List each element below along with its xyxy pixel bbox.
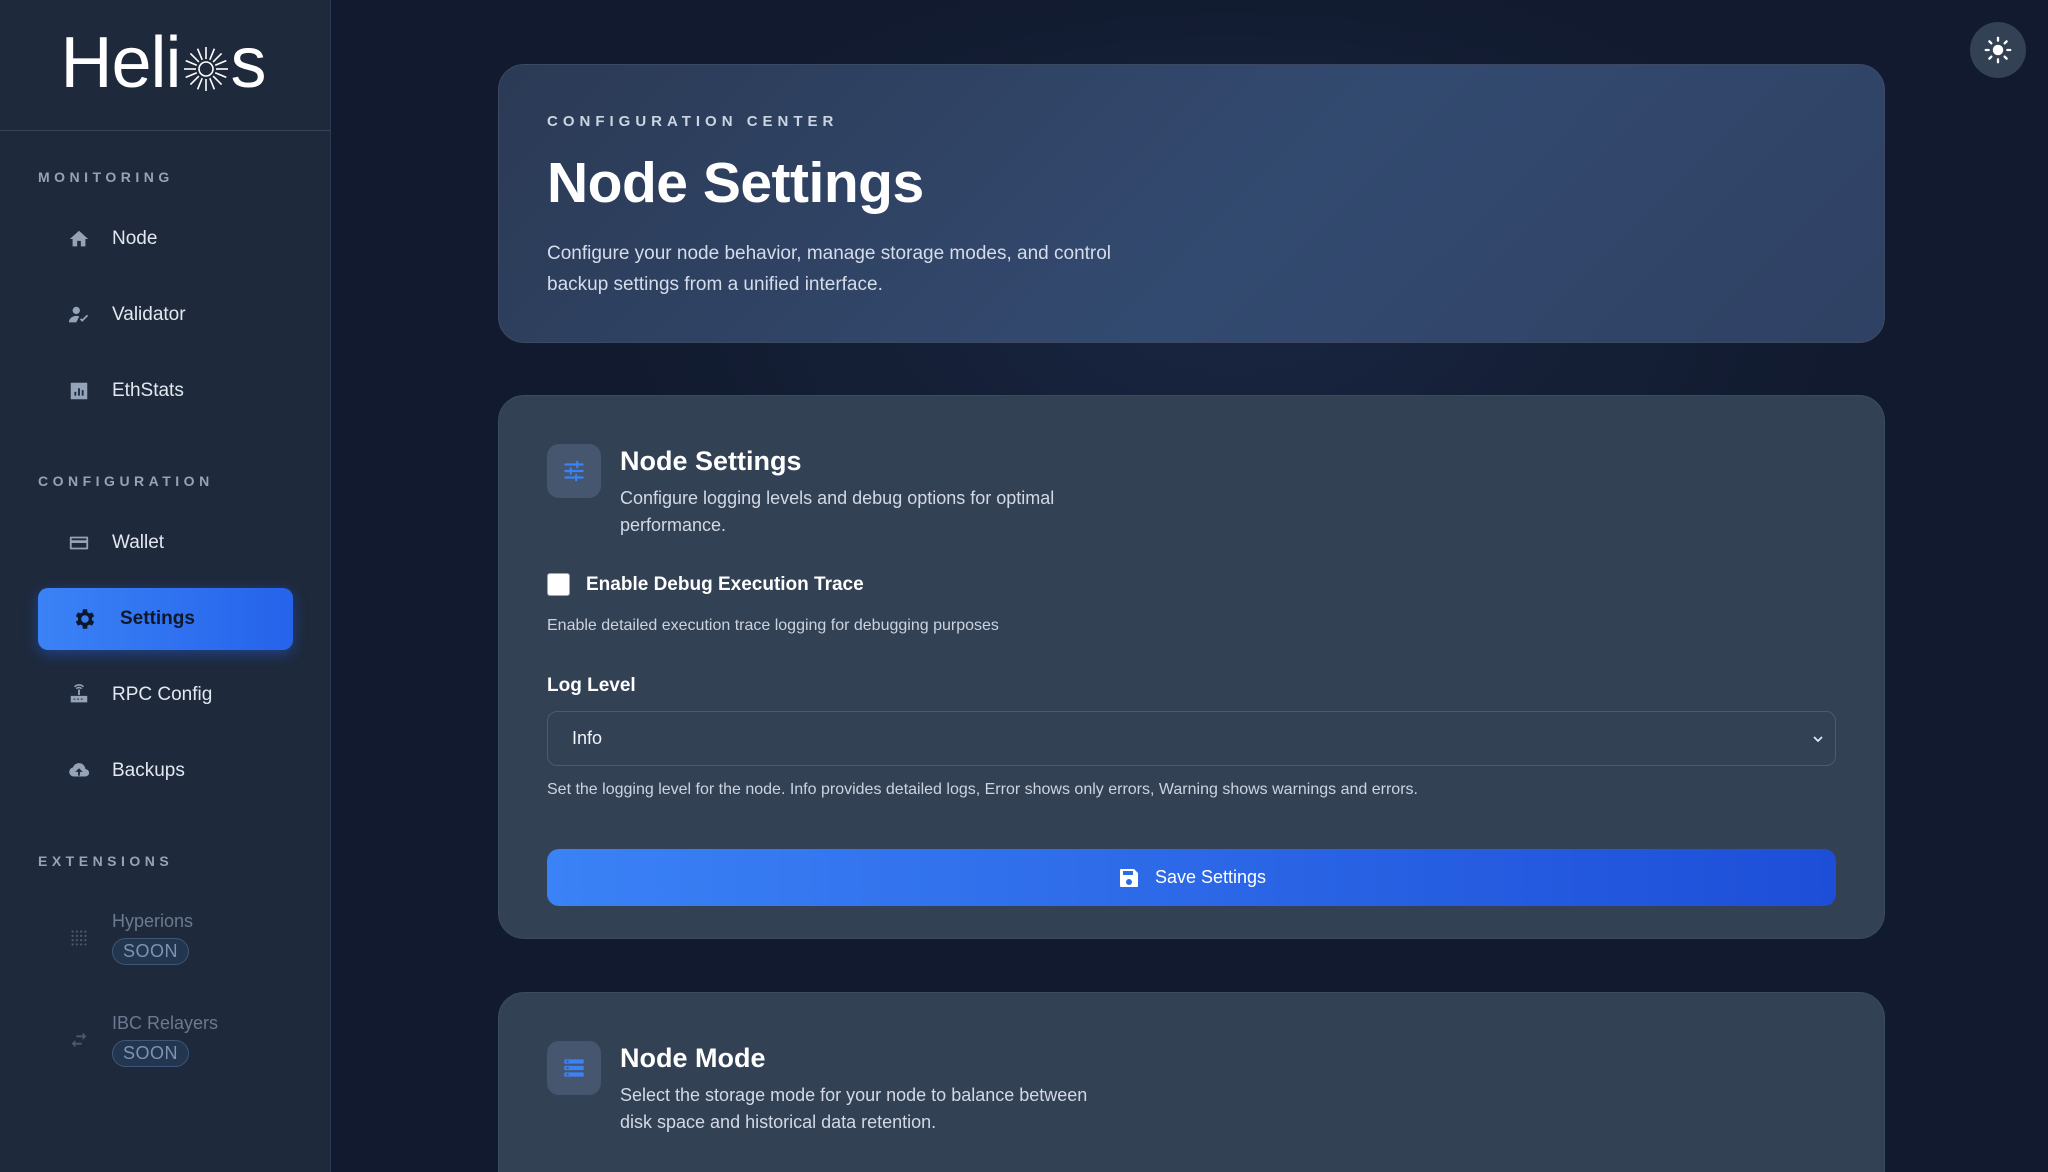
- router-icon: [68, 684, 90, 706]
- card-description: Select the storage mode for your node to…: [620, 1085, 1088, 1132]
- floppy-disk-icon: [1119, 868, 1138, 887]
- extension-text: Hyperions SOON: [112, 911, 193, 965]
- card-title: Node Settings: [620, 446, 802, 476]
- save-settings-button[interactable]: Save Settings: [547, 849, 1836, 906]
- sidebar-item-hyperions: Hyperions SOON: [38, 902, 293, 974]
- node-settings-card: Node Settings Configure logging levels a…: [498, 395, 1885, 939]
- page-title: Node Settings: [547, 151, 924, 215]
- card-title: Node Mode: [620, 1043, 766, 1073]
- section-label-monitoring: MONITORING: [38, 169, 174, 185]
- debug-trace-help: Enable detailed execution trace logging …: [547, 617, 999, 634]
- card-heading-text: Node Settings Configure logging levels a…: [620, 444, 1090, 539]
- card-header: Node Mode Select the storage mode for yo…: [547, 1041, 1836, 1136]
- sidebar-item-ibc-relayers: IBC Relayers SOON: [38, 1004, 293, 1076]
- sidebar-item-label: RPC Config: [112, 684, 213, 705]
- extension-label: IBC Relayers: [112, 1013, 219, 1033]
- main-content: CONFIGURATION CENTER Node Settings Confi…: [332, 0, 2048, 1172]
- section-label-configuration: CONFIGURATION: [38, 473, 214, 489]
- hero-description: Configure your node behavior, manage sto…: [547, 243, 1112, 295]
- hero-kicker: CONFIGURATION CENTER: [547, 113, 839, 130]
- sidebar-item-label: Node: [112, 228, 158, 249]
- sidebar-item-rpc-config[interactable]: RPC Config: [38, 664, 293, 726]
- debug-trace-label[interactable]: Enable Debug Execution Trace: [586, 574, 864, 596]
- log-level-help: Set the logging level for the node. Info…: [547, 781, 1418, 798]
- card-header: Node Settings Configure logging levels a…: [547, 444, 1836, 539]
- sidebar-item-label: Wallet: [112, 532, 165, 553]
- log-level-select[interactable]: Info: [547, 711, 1836, 766]
- log-level-label: Log Level: [547, 675, 636, 696]
- sidebar-item-settings[interactable]: Settings: [38, 588, 293, 650]
- list-icon: [547, 1041, 601, 1095]
- sidebar-item-node[interactable]: Node: [38, 208, 293, 270]
- sidebar-item-label: EthStats: [112, 380, 184, 401]
- extension-label: Hyperions: [112, 911, 194, 931]
- card-heading-text: Node Mode Select the storage mode for yo…: [620, 1041, 1090, 1136]
- home-icon: [68, 228, 90, 250]
- card-description: Configure logging levels and debug optio…: [620, 488, 1055, 535]
- bar-chart-icon: [68, 380, 90, 402]
- sliders-icon: [547, 444, 601, 498]
- sun-logo-icon: [183, 47, 228, 91]
- sidebar-item-validator[interactable]: Validator: [38, 284, 293, 346]
- log-level-value: Info: [572, 728, 603, 748]
- user-check-icon: [68, 304, 90, 326]
- sidebar-item-label: Validator: [112, 304, 186, 325]
- hero-card: CONFIGURATION CENTER Node Settings Confi…: [498, 64, 1885, 343]
- node-mode-card: Node Mode Select the storage mode for yo…: [498, 992, 1885, 1172]
- chevron-down-icon: [1813, 735, 1823, 742]
- logo-text-end: s: [230, 23, 267, 103]
- cloud-upload-icon: [68, 760, 90, 782]
- arrows-exchange-icon: [68, 1029, 90, 1051]
- sidebar-item-wallet[interactable]: Wallet: [38, 512, 293, 574]
- sun-icon: [1984, 36, 2012, 64]
- logo-area: Heli s: [0, 0, 330, 131]
- sidebar-item-label: Settings: [120, 608, 195, 629]
- save-settings-label: Save Settings: [1154, 867, 1267, 887]
- sidebar: Heli s MONITORING Node Validator EthStat…: [0, 0, 331, 1172]
- section-label-extensions: EXTENSIONS: [38, 853, 174, 869]
- helios-logo[interactable]: Heli s: [60, 23, 267, 103]
- sidebar-item-backups[interactable]: Backups: [38, 740, 293, 802]
- sidebar-item-ethstats[interactable]: EthStats: [38, 360, 293, 422]
- dots-grid-icon: [68, 927, 90, 949]
- extension-text: IBC Relayers SOON: [112, 1013, 218, 1067]
- wallet-icon: [68, 532, 90, 554]
- theme-toggle-button[interactable]: [1970, 22, 2026, 78]
- debug-trace-row: Enable Debug Execution Trace: [547, 573, 1836, 596]
- sidebar-item-label: Backups: [112, 760, 185, 781]
- debug-trace-checkbox[interactable]: [547, 573, 570, 596]
- soon-badge: SOON: [112, 1040, 190, 1067]
- gear-icon: [72, 606, 98, 632]
- logo-text-start: Heli: [60, 23, 181, 103]
- soon-badge: SOON: [112, 938, 190, 965]
